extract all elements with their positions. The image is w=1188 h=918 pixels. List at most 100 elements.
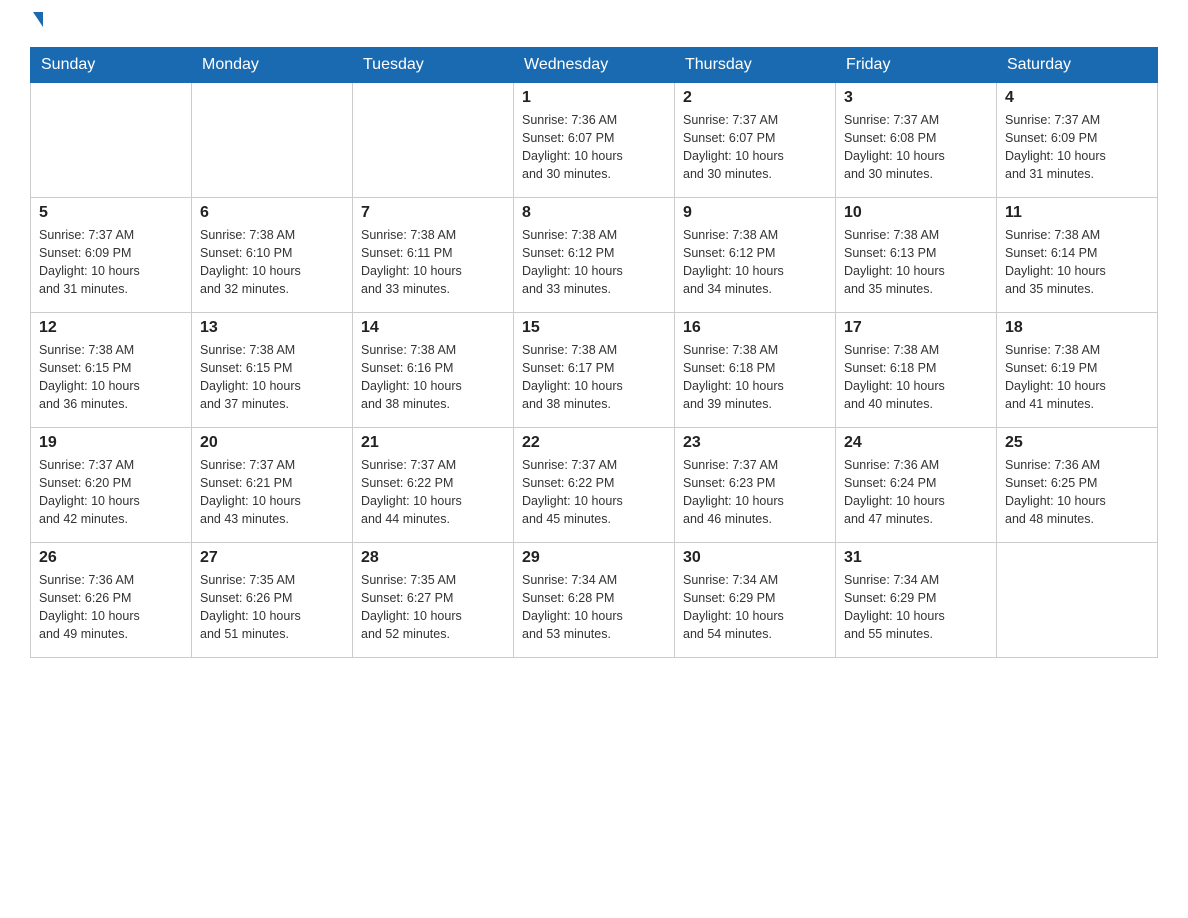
calendar-cell: 12Sunrise: 7:38 AMSunset: 6:15 PMDayligh… — [31, 313, 192, 428]
day-info: Sunrise: 7:37 AMSunset: 6:22 PMDaylight:… — [361, 456, 505, 529]
day-info: Sunrise: 7:38 AMSunset: 6:16 PMDaylight:… — [361, 341, 505, 414]
day-number: 26 — [39, 549, 183, 567]
day-number: 25 — [1005, 434, 1149, 452]
day-number: 27 — [200, 549, 344, 567]
calendar-cell: 19 Sunrise: 7:37 AMSunset: 6:20 PMDayligh… — [31, 428, 192, 543]
calendar-cell: 14 Sunrise: 7:38 AMSunset: 6:16 PMDayligh… — [353, 313, 514, 428]
calendar-cell: 18Sunrise: 7:38 AMSunset: 6:19 PMDayligh… — [997, 313, 1158, 428]
calendar-cell: 20 Sunrise: 7:37 AMSunset: 6:21 PMDayligh… — [192, 428, 353, 543]
day-info: Sunrise: 7:38 AMSunset: 6:15 PMDaylight:… — [200, 341, 344, 414]
day-number: 21 — [361, 434, 505, 452]
calendar-cell: 15 Sunrise: 7:38 AMSunset: 6:17 PMDayligh… — [514, 313, 675, 428]
day-number: 20 — [200, 434, 344, 452]
day-number: 10 — [844, 204, 988, 222]
col-header-thursday: Thursday — [675, 48, 836, 83]
week-row-5: 26 Sunrise: 7:36 AMSunset: 6:26 PMDayligh… — [31, 543, 1158, 658]
day-number: 15 — [522, 319, 666, 337]
calendar-cell: 29Sunrise: 7:34 AMSunset: 6:28 PMDayligh… — [514, 543, 675, 658]
day-info: Sunrise: 7:38 AMSunset: 6:10 PMDaylight:… — [200, 226, 344, 299]
calendar-cell: 13Sunrise: 7:38 AMSunset: 6:15 PMDayligh… — [192, 313, 353, 428]
day-info: Sunrise: 7:38 AMSunset: 6:18 PMDaylight:… — [683, 341, 827, 414]
day-number: 17 — [844, 319, 988, 337]
calendar-cell: 8 Sunrise: 7:38 AMSunset: 6:12 PMDaylight… — [514, 198, 675, 313]
day-info: Sunrise: 7:34 AMSunset: 6:29 PMDaylight:… — [683, 571, 827, 644]
calendar-cell: 24 Sunrise: 7:36 AMSunset: 6:24 PMDayligh… — [836, 428, 997, 543]
calendar-cell: 5Sunrise: 7:37 AMSunset: 6:09 PMDaylight… — [31, 198, 192, 313]
calendar-cell — [31, 83, 192, 198]
day-number: 14 — [361, 319, 505, 337]
calendar-cell: 10 Sunrise: 7:38 AMSunset: 6:13 PMDayligh… — [836, 198, 997, 313]
col-header-wednesday: Wednesday — [514, 48, 675, 83]
calendar-cell: 21 Sunrise: 7:37 AMSunset: 6:22 PMDayligh… — [353, 428, 514, 543]
day-info: Sunrise: 7:38 AMSunset: 6:19 PMDaylight:… — [1005, 341, 1149, 414]
calendar-cell: 16 Sunrise: 7:38 AMSunset: 6:18 PMDayligh… — [675, 313, 836, 428]
day-number: 24 — [844, 434, 988, 452]
day-number: 5 — [39, 204, 183, 222]
logo — [30, 20, 43, 27]
day-number: 28 — [361, 549, 505, 567]
day-number: 31 — [844, 549, 988, 567]
calendar-cell: 28 Sunrise: 7:35 AMSunset: 6:27 PMDayligh… — [353, 543, 514, 658]
day-info: Sunrise: 7:35 AMSunset: 6:27 PMDaylight:… — [361, 571, 505, 644]
calendar-cell — [997, 543, 1158, 658]
day-info: Sunrise: 7:38 AMSunset: 6:14 PMDaylight:… — [1005, 226, 1149, 299]
day-info: Sunrise: 7:37 AMSunset: 6:21 PMDaylight:… — [200, 456, 344, 529]
col-header-saturday: Saturday — [997, 48, 1158, 83]
day-number: 23 — [683, 434, 827, 452]
calendar-cell: 1 Sunrise: 7:36 AMSunset: 6:07 PMDaylight… — [514, 83, 675, 198]
day-number: 7 — [361, 204, 505, 222]
calendar-cell: 17Sunrise: 7:38 AMSunset: 6:18 PMDayligh… — [836, 313, 997, 428]
day-info: Sunrise: 7:36 AMSunset: 6:26 PMDaylight:… — [39, 571, 183, 644]
day-number: 1 — [522, 89, 666, 107]
day-number: 9 — [683, 204, 827, 222]
day-info: Sunrise: 7:38 AMSunset: 6:11 PMDaylight:… — [361, 226, 505, 299]
day-info: Sunrise: 7:37 AMSunset: 6:09 PMDaylight:… — [1005, 111, 1149, 184]
day-info: Sunrise: 7:38 AMSunset: 6:15 PMDaylight:… — [39, 341, 183, 414]
week-row-1: 1 Sunrise: 7:36 AMSunset: 6:07 PMDaylight… — [31, 83, 1158, 198]
day-number: 8 — [522, 204, 666, 222]
day-info: Sunrise: 7:37 AMSunset: 6:20 PMDaylight:… — [39, 456, 183, 529]
col-header-tuesday: Tuesday — [353, 48, 514, 83]
day-info: Sunrise: 7:38 AMSunset: 6:12 PMDaylight:… — [522, 226, 666, 299]
day-info: Sunrise: 7:36 AMSunset: 6:24 PMDaylight:… — [844, 456, 988, 529]
day-number: 4 — [1005, 89, 1149, 107]
day-number: 2 — [683, 89, 827, 107]
calendar-cell: 22 Sunrise: 7:37 AMSunset: 6:22 PMDayligh… — [514, 428, 675, 543]
day-number: 22 — [522, 434, 666, 452]
calendar-cell: 27Sunrise: 7:35 AMSunset: 6:26 PMDayligh… — [192, 543, 353, 658]
col-header-sunday: Sunday — [31, 48, 192, 83]
day-info: Sunrise: 7:36 AMSunset: 6:07 PMDaylight:… — [522, 111, 666, 184]
calendar-cell — [353, 83, 514, 198]
day-info: Sunrise: 7:37 AMSunset: 6:22 PMDaylight:… — [522, 456, 666, 529]
day-number: 30 — [683, 549, 827, 567]
page-header — [30, 20, 1158, 27]
calendar-cell: 6 Sunrise: 7:38 AMSunset: 6:10 PMDaylight… — [192, 198, 353, 313]
calendar-cell: 30 Sunrise: 7:34 AMSunset: 6:29 PMDayligh… — [675, 543, 836, 658]
day-number: 3 — [844, 89, 988, 107]
day-info: Sunrise: 7:36 AMSunset: 6:25 PMDaylight:… — [1005, 456, 1149, 529]
day-info: Sunrise: 7:38 AMSunset: 6:17 PMDaylight:… — [522, 341, 666, 414]
calendar-cell: 23 Sunrise: 7:37 AMSunset: 6:23 PMDayligh… — [675, 428, 836, 543]
calendar-cell: 2Sunrise: 7:37 AMSunset: 6:07 PMDaylight… — [675, 83, 836, 198]
calendar-cell: 26 Sunrise: 7:36 AMSunset: 6:26 PMDayligh… — [31, 543, 192, 658]
day-info: Sunrise: 7:34 AMSunset: 6:29 PMDaylight:… — [844, 571, 988, 644]
day-number: 6 — [200, 204, 344, 222]
day-info: Sunrise: 7:37 AMSunset: 6:23 PMDaylight:… — [683, 456, 827, 529]
calendar-cell: 9 Sunrise: 7:38 AMSunset: 6:12 PMDaylight… — [675, 198, 836, 313]
day-info: Sunrise: 7:38 AMSunset: 6:13 PMDaylight:… — [844, 226, 988, 299]
day-number: 16 — [683, 319, 827, 337]
calendar-cell — [192, 83, 353, 198]
calendar-header-row: SundayMondayTuesdayWednesdayThursdayFrid… — [31, 48, 1158, 83]
week-row-3: 12Sunrise: 7:38 AMSunset: 6:15 PMDayligh… — [31, 313, 1158, 428]
day-info: Sunrise: 7:38 AMSunset: 6:12 PMDaylight:… — [683, 226, 827, 299]
calendar-cell: 4 Sunrise: 7:37 AMSunset: 6:09 PMDaylight… — [997, 83, 1158, 198]
calendar-cell: 25 Sunrise: 7:36 AMSunset: 6:25 PMDayligh… — [997, 428, 1158, 543]
day-number: 19 — [39, 434, 183, 452]
col-header-monday: Monday — [192, 48, 353, 83]
day-number: 29 — [522, 549, 666, 567]
week-row-4: 19 Sunrise: 7:37 AMSunset: 6:20 PMDayligh… — [31, 428, 1158, 543]
calendar-table: SundayMondayTuesdayWednesdayThursdayFrid… — [30, 47, 1158, 658]
col-header-friday: Friday — [836, 48, 997, 83]
week-row-2: 5Sunrise: 7:37 AMSunset: 6:09 PMDaylight… — [31, 198, 1158, 313]
calendar-cell: 11Sunrise: 7:38 AMSunset: 6:14 PMDayligh… — [997, 198, 1158, 313]
